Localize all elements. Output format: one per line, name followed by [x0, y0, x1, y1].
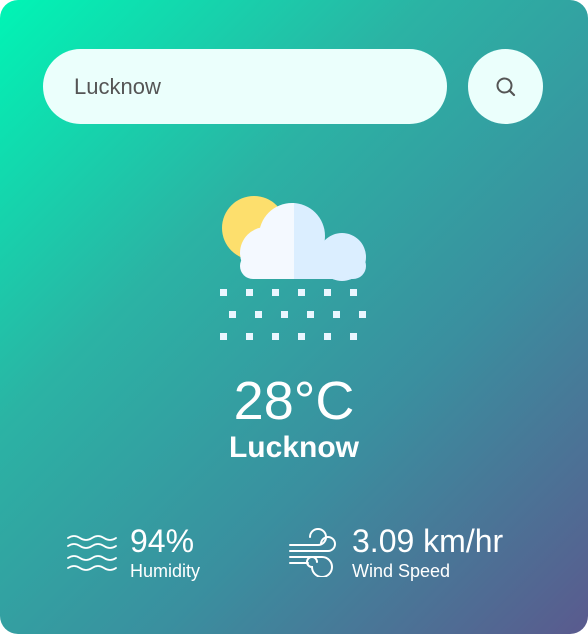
temperature: 28°C — [233, 371, 355, 431]
sun-cloud-snow-icon — [220, 196, 366, 340]
humidity-detail: 94% Humidity — [66, 522, 200, 582]
city-name: Lucknow — [228, 431, 359, 464]
search-input[interactable] — [43, 49, 447, 124]
search-button[interactable] — [468, 49, 543, 124]
wind-icon — [289, 528, 336, 577]
humidity-value: 94% — [130, 523, 195, 559]
wind-speed-label: Wind Speed — [352, 561, 451, 581]
search-icon — [496, 77, 515, 96]
wind-speed-value: 3.09 km/hr — [352, 523, 504, 559]
waves-icon — [67, 535, 117, 571]
wind-detail: 3.09 km/hr Wind Speed — [288, 522, 503, 582]
weather-card: 28°C Lucknow 94% Humidity 3.09 km/ — [0, 0, 588, 634]
humidity-label: Humidity — [130, 561, 201, 581]
